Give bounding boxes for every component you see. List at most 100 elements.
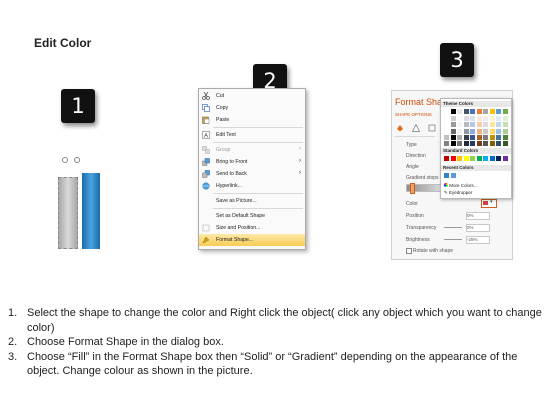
theme-color-swatch[interactable]: [483, 109, 488, 114]
eyedropper-item[interactable]: ✎ Eyedropper: [444, 190, 472, 196]
theme-color-swatch[interactable]: [489, 134, 495, 140]
theme-color-swatch[interactable]: [496, 122, 501, 128]
theme-color-swatch[interactable]: [476, 128, 482, 134]
theme-color-swatch[interactable]: [450, 122, 456, 128]
theme-color-swatch[interactable]: [502, 141, 508, 146]
theme-color-swatch[interactable]: [470, 141, 475, 146]
standard-color-swatch[interactable]: [457, 156, 462, 161]
menu-item-copy[interactable]: Copy: [199, 102, 305, 114]
theme-color-swatch[interactable]: [496, 109, 501, 114]
position-input[interactable]: 0%: [466, 212, 490, 220]
menu-item-send-to-back[interactable]: Send to Back ›: [199, 168, 305, 180]
theme-color-swatch[interactable]: [463, 109, 469, 114]
standard-color-swatch[interactable]: [489, 156, 495, 161]
theme-color-swatch[interactable]: [444, 141, 449, 146]
gray-bar-shape[interactable]: [58, 177, 78, 249]
theme-color-swatch[interactable]: [476, 109, 482, 114]
transparency-input[interactable]: 0%: [466, 224, 490, 232]
fill-color-button[interactable]: ▾: [481, 199, 497, 208]
theme-color-swatch[interactable]: [457, 116, 462, 122]
theme-color-swatch[interactable]: [489, 109, 495, 114]
theme-color-swatch[interactable]: [502, 128, 508, 134]
standard-color-swatch[interactable]: [444, 156, 449, 161]
size-properties-icon[interactable]: [428, 124, 436, 134]
theme-color-swatch[interactable]: [463, 128, 469, 134]
theme-color-swatch[interactable]: [476, 141, 482, 146]
standard-color-swatch[interactable]: [502, 156, 508, 161]
theme-color-swatch[interactable]: [463, 141, 469, 146]
theme-color-swatch[interactable]: [450, 116, 456, 122]
effects-icon[interactable]: [411, 123, 421, 134]
selection-handle[interactable]: [74, 157, 80, 163]
theme-color-swatch[interactable]: [444, 109, 449, 114]
theme-color-swatch[interactable]: [444, 134, 449, 140]
theme-color-swatch[interactable]: [470, 128, 475, 134]
theme-color-swatch[interactable]: [489, 116, 495, 122]
theme-color-swatch[interactable]: [470, 109, 475, 114]
theme-color-swatch[interactable]: [463, 116, 469, 122]
theme-color-swatch[interactable]: [489, 122, 495, 128]
theme-color-swatch[interactable]: [457, 128, 462, 134]
menu-item-save-as-picture[interactable]: Save as Picture...: [199, 195, 305, 207]
theme-color-swatch[interactable]: [444, 128, 449, 134]
standard-color-swatch[interactable]: [470, 156, 475, 161]
theme-color-swatch[interactable]: [444, 122, 449, 128]
blue-bar-shape[interactable]: [82, 173, 100, 249]
theme-color-swatch[interactable]: [450, 134, 456, 140]
selection-handle[interactable]: [62, 157, 68, 163]
theme-color-swatch[interactable]: [463, 122, 469, 128]
brightness-slider[interactable]: [444, 239, 462, 240]
theme-color-swatch[interactable]: [496, 141, 501, 146]
menu-item-cut[interactable]: Cut: [199, 90, 305, 102]
standard-color-swatch[interactable]: [483, 156, 488, 161]
theme-color-swatch[interactable]: [450, 141, 456, 146]
standard-color-swatch[interactable]: [476, 156, 482, 161]
theme-color-swatch[interactable]: [450, 109, 456, 114]
theme-color-swatch[interactable]: [483, 141, 488, 146]
recent-color-swatch[interactable]: [444, 173, 449, 178]
theme-color-swatch[interactable]: [502, 109, 508, 114]
gradient-stop-handle[interactable]: [410, 183, 415, 194]
menu-item-bring-to-front[interactable]: Bring to Front ›: [199, 156, 305, 168]
menu-item-format-shape[interactable]: Format Shape...: [199, 234, 305, 246]
recent-color-swatch[interactable]: [450, 173, 456, 178]
theme-color-swatch[interactable]: [457, 122, 462, 128]
theme-color-swatch[interactable]: [457, 141, 462, 146]
theme-color-swatch[interactable]: [470, 122, 475, 128]
shape-options-tab[interactable]: SHAPE OPTIONS: [395, 112, 432, 117]
menu-item-size-and-position[interactable]: Size and Position...: [199, 222, 305, 234]
theme-color-swatch[interactable]: [489, 141, 495, 146]
theme-color-swatch[interactable]: [457, 109, 462, 114]
theme-color-swatch[interactable]: [450, 128, 456, 134]
standard-color-swatch[interactable]: [496, 156, 501, 161]
theme-color-swatch[interactable]: [502, 134, 508, 140]
theme-color-swatch[interactable]: [483, 116, 488, 122]
more-colors-item[interactable]: More Colors...: [444, 183, 478, 188]
theme-color-swatch[interactable]: [463, 134, 469, 140]
theme-color-swatch[interactable]: [483, 134, 488, 140]
theme-color-swatch[interactable]: [483, 128, 488, 134]
theme-color-swatch[interactable]: [476, 122, 482, 128]
menu-item-group[interactable]: Group ›: [199, 144, 305, 156]
brightness-input[interactable]: -25%: [466, 236, 490, 244]
standard-color-swatch[interactable]: [450, 156, 456, 161]
theme-color-swatch[interactable]: [502, 116, 508, 122]
menu-item-hyperlink[interactable]: Hyperlink...: [199, 180, 305, 192]
theme-color-swatch[interactable]: [470, 134, 475, 140]
transparency-slider[interactable]: [444, 227, 462, 228]
menu-item-edit-text[interactable]: A Edit Text: [199, 129, 305, 141]
theme-color-swatch[interactable]: [496, 116, 501, 122]
theme-color-swatch[interactable]: [496, 128, 501, 134]
menu-item-paste[interactable]: Paste: [199, 114, 305, 126]
theme-color-swatch[interactable]: [483, 122, 488, 128]
theme-color-swatch[interactable]: [476, 116, 482, 122]
theme-color-swatch[interactable]: [489, 128, 495, 134]
rotate-with-shape-checkbox[interactable]: [406, 248, 412, 254]
theme-color-swatch[interactable]: [457, 134, 462, 140]
theme-color-swatch[interactable]: [476, 134, 482, 140]
theme-color-swatch[interactable]: [496, 134, 501, 140]
theme-color-swatch[interactable]: [470, 116, 475, 122]
theme-color-swatch[interactable]: [502, 122, 508, 128]
theme-color-swatch[interactable]: [444, 116, 449, 122]
menu-item-set-default-shape[interactable]: Set as Default Shape: [199, 210, 305, 222]
